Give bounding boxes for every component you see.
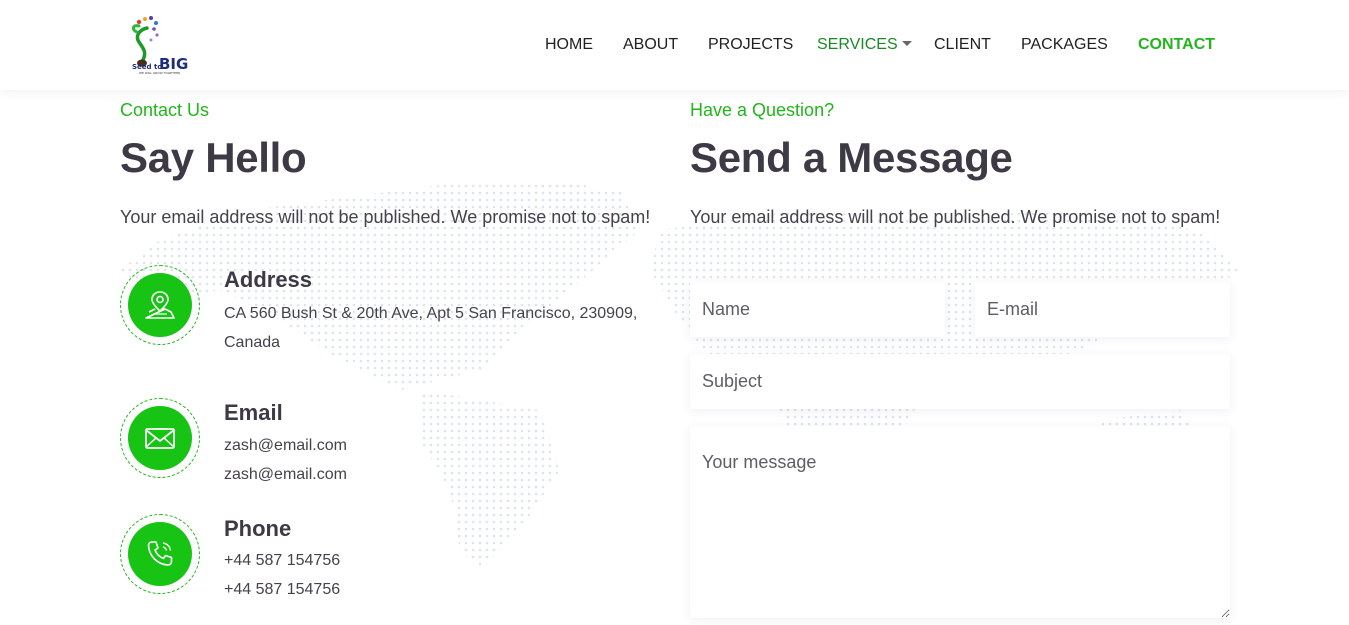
name-input[interactable] xyxy=(690,282,945,337)
nav-projects[interactable]: PROJECTS xyxy=(708,34,793,56)
contact-info-section: Contact Us Say Hello Your email address … xyxy=(120,99,660,229)
nav-home[interactable]: HOME xyxy=(545,34,593,56)
message-form-section: Have a Question? Send a Message Your ema… xyxy=(690,99,1235,229)
chevron-down-icon xyxy=(901,41,912,46)
address-title: Address xyxy=(224,267,313,292)
email-input[interactable] xyxy=(975,282,1230,337)
email-item: Email zash@email.com zash@email.com xyxy=(120,398,660,498)
contact-eyebrow: Contact Us xyxy=(120,100,210,120)
contact-lead-text: Your email address will not be published… xyxy=(120,207,651,227)
email-title: Email xyxy=(224,400,283,425)
email-address[interactable]: zash@email.com xyxy=(224,431,347,460)
form-lead-text: Your email address will not be published… xyxy=(690,207,1221,227)
phone-item: Phone +44 587 154756 +44 587 154756 xyxy=(120,514,660,614)
nav-services-label: SERVICES xyxy=(817,36,898,53)
form-eyebrow: Have a Question? xyxy=(690,100,835,120)
address-line: CA 560 Bush St & 20th Ave, Apt 5 San Fra… xyxy=(224,305,638,322)
envelope-icon xyxy=(145,428,175,449)
message-textarea[interactable] xyxy=(690,426,1230,618)
phone-icon xyxy=(147,541,173,566)
address-line: Canada xyxy=(224,334,281,351)
top-navbar: Seed to BIG WE WILL GROW TOGETHER HOME A… xyxy=(0,0,1349,90)
contact-info-list: Address CA 560 Bush St & 20th Ave, Apt 5… xyxy=(120,265,660,625)
subject-input[interactable] xyxy=(690,354,1230,409)
nav-client[interactable]: CLIENT xyxy=(934,34,991,56)
email-address[interactable]: zash@email.com xyxy=(224,460,347,489)
phone-number[interactable]: +44 587 154756 xyxy=(224,546,340,575)
address-icon-badge xyxy=(120,265,200,345)
say-hello-heading: Say Hello xyxy=(120,134,307,181)
phone-title: Phone xyxy=(224,516,292,541)
nav-services[interactable]: SERVICES xyxy=(817,34,912,56)
svg-text:WE WILL GROW TOGETHER: WE WILL GROW TOGETHER xyxy=(139,71,180,75)
address-item: Address CA 560 Bush St & 20th Ave, Apt 5… xyxy=(120,265,660,385)
nav-contact[interactable]: CONTACT xyxy=(1138,34,1215,56)
send-message-heading: Send a Message xyxy=(690,134,1013,181)
phone-icon-badge xyxy=(120,514,200,594)
phone-number[interactable]: +44 587 154756 xyxy=(224,575,340,604)
main-nav: HOME ABOUT PROJECTS SERVICES CLIENT PACK… xyxy=(0,34,1349,58)
nav-about[interactable]: ABOUT xyxy=(623,34,678,56)
location-map-icon xyxy=(145,291,175,319)
nav-packages[interactable]: PACKAGES xyxy=(1021,34,1108,56)
svg-text:Seed to: Seed to xyxy=(132,63,162,71)
email-icon-badge xyxy=(120,398,200,478)
